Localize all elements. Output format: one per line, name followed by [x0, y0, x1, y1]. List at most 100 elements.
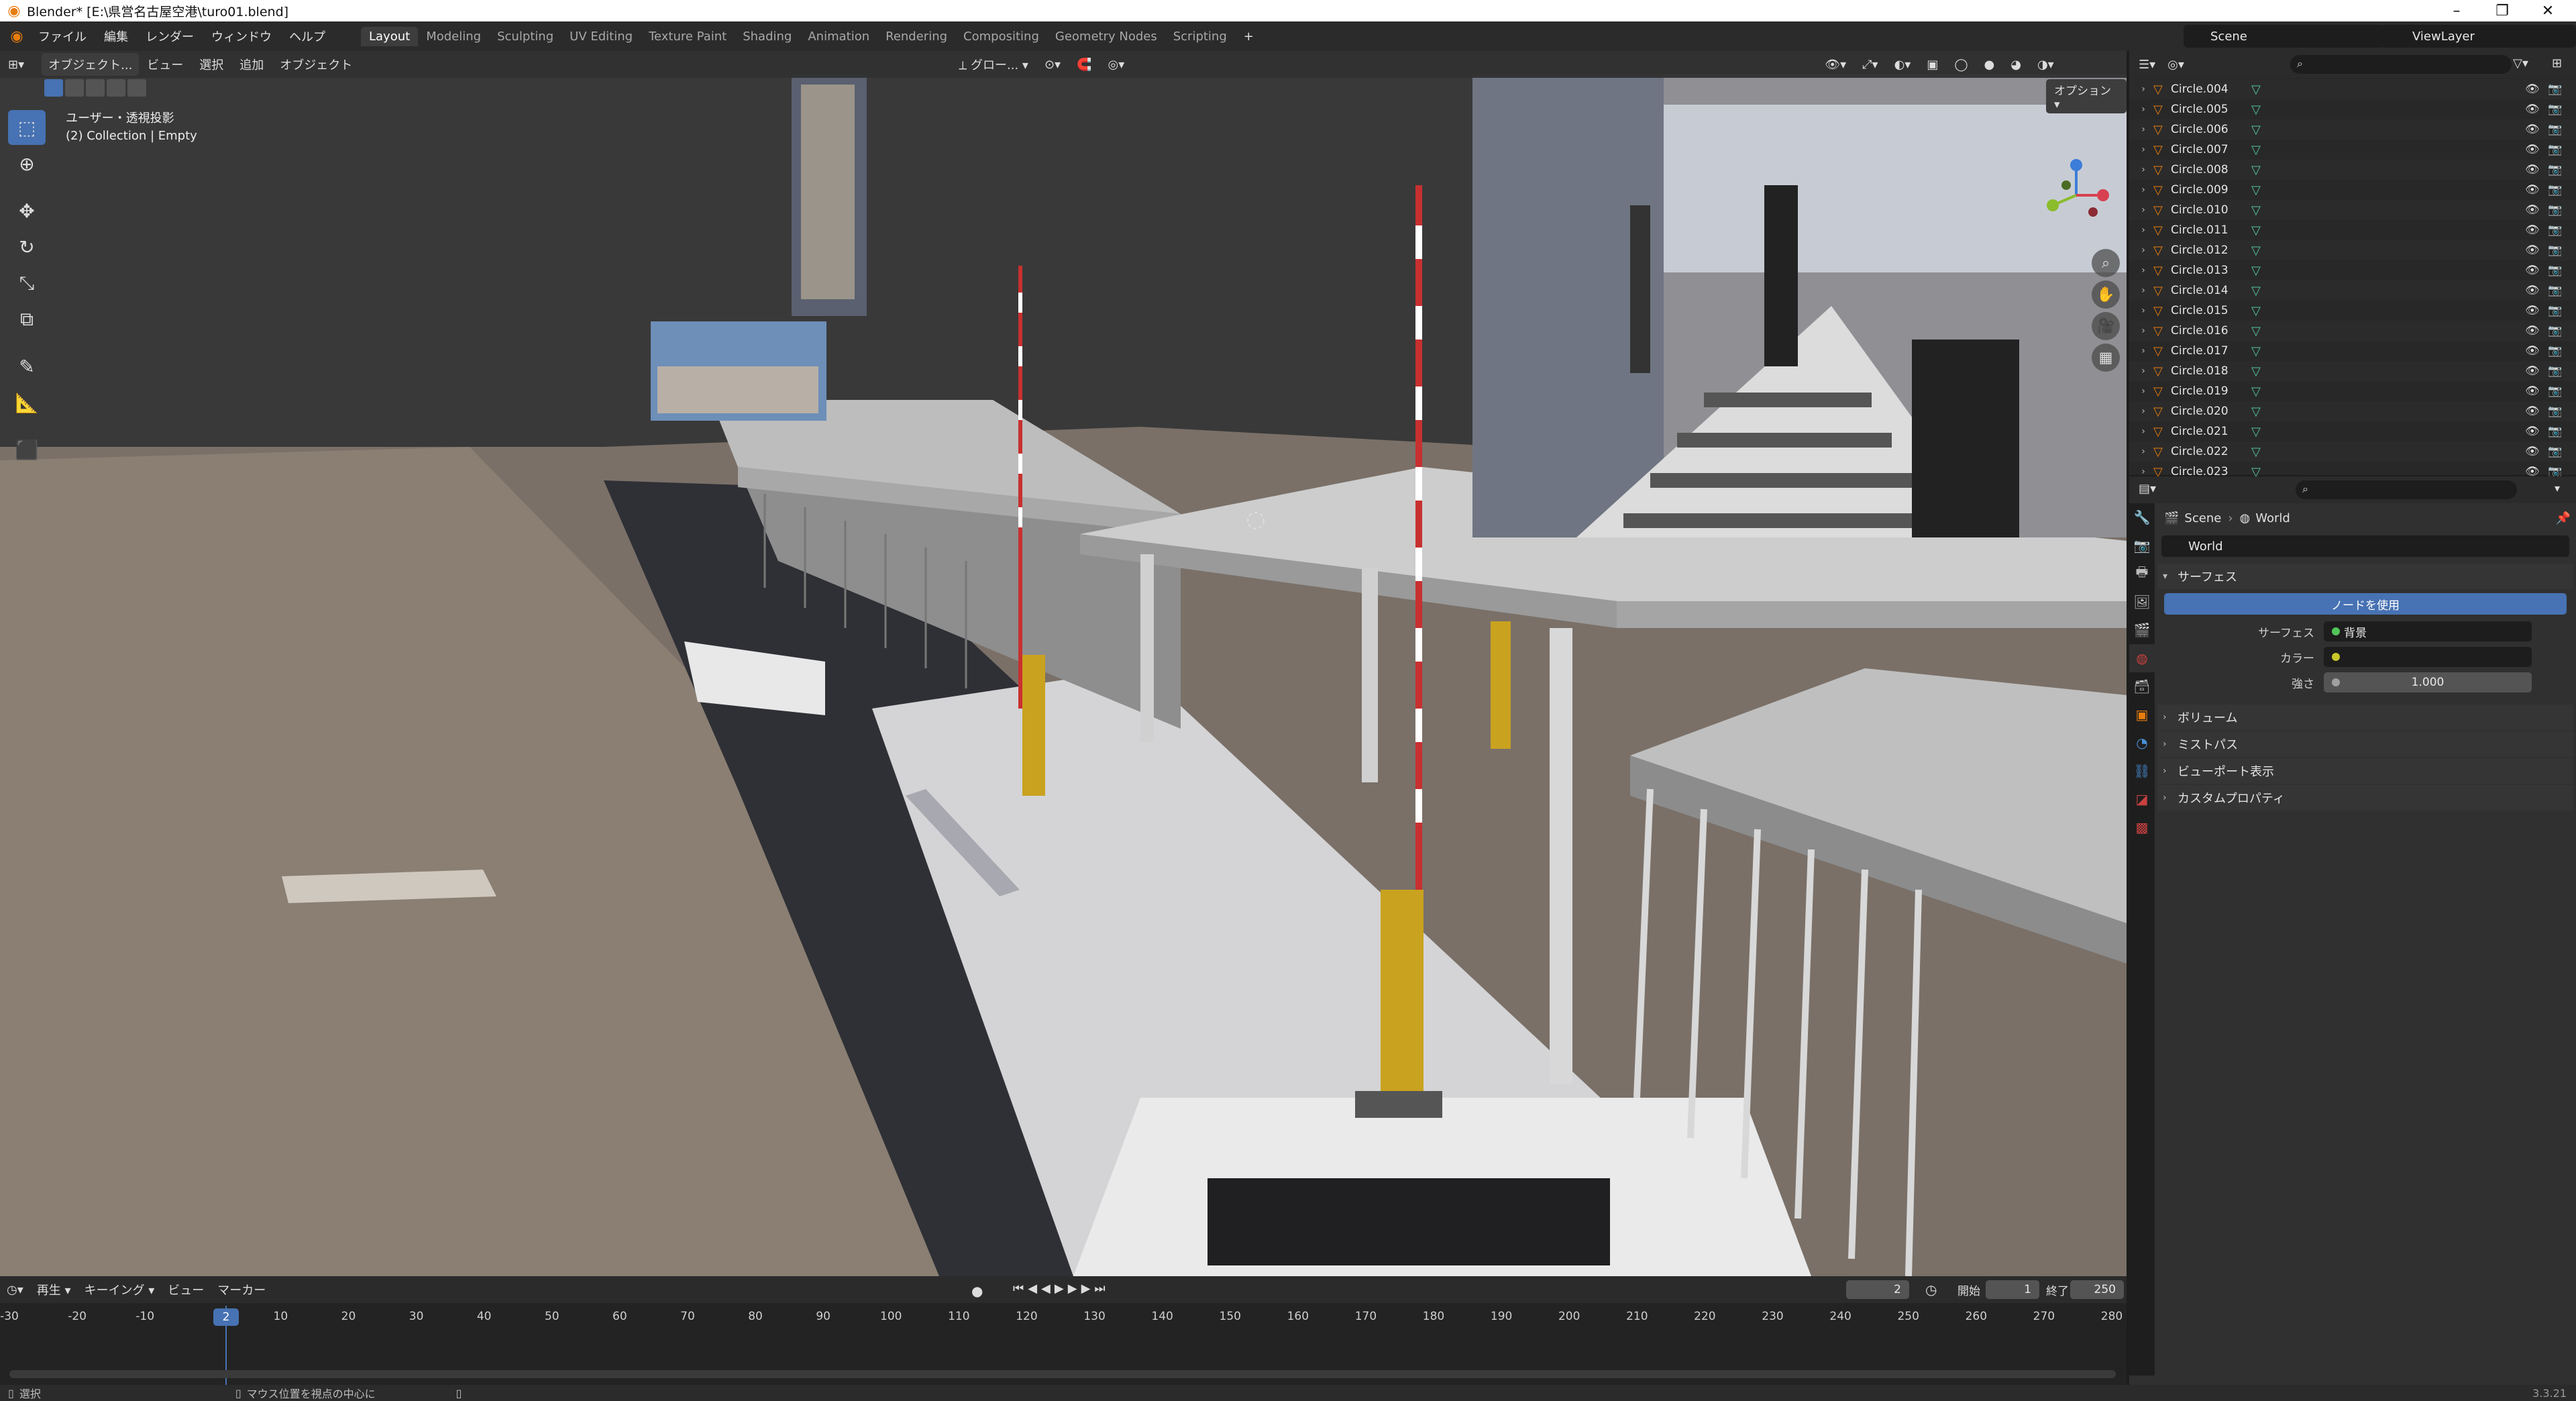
outliner-row[interactable]: › ▽ Circle.006 ▽ 👁 📷 — [2129, 119, 2576, 140]
outliner-row[interactable]: › ▽ Circle.008 ▽ 👁 📷 — [2129, 160, 2576, 180]
collection-tab-icon[interactable]: 🗃 — [2129, 672, 2155, 701]
mesh-data-icon[interactable]: ▽ — [2251, 324, 2261, 338]
outliner-row[interactable]: › ▽ Circle.011 ▽ 👁 📷 — [2129, 220, 2576, 240]
menu-object[interactable]: オブジェクト — [272, 56, 360, 73]
color-field[interactable] — [2324, 647, 2532, 667]
expand-arrow-icon[interactable]: › — [2133, 164, 2153, 175]
camera-view-icon[interactable]: 🎥 — [2092, 312, 2120, 340]
expand-arrow-icon[interactable]: › — [2133, 366, 2153, 376]
clock-icon[interactable]: ◷ — [1925, 1282, 1937, 1298]
menu-view[interactable]: ビュー — [139, 56, 191, 73]
blender-menu-icon[interactable]: ◉ — [4, 23, 30, 49]
filter-icon[interactable]: ▽▾ — [2513, 56, 2528, 70]
shading-material-icon[interactable]: ◕ — [2002, 58, 2029, 72]
mode-selector[interactable]: オブジェクト... — [42, 53, 140, 76]
workspace-tab-rendering[interactable]: Rendering — [877, 27, 955, 46]
playback-controls[interactable]: ⏮◀◀▶▶▶⏭ — [1013, 1282, 1110, 1296]
mesh-data-icon[interactable]: ▽ — [2251, 123, 2261, 137]
eye-icon[interactable]: 👁 — [2525, 445, 2540, 458]
view-layer-tab-icon[interactable]: 🖼 — [2129, 588, 2155, 616]
outliner-row[interactable]: › ▽ Circle.019 ▽ 👁 📷 — [2129, 381, 2576, 401]
eye-icon[interactable]: 👁 — [2525, 143, 2540, 156]
timeline-scrollbar[interactable] — [9, 1370, 2116, 1378]
expand-arrow-icon[interactable]: › — [2133, 426, 2153, 437]
ortho-toggle-icon[interactable]: ▦ — [2092, 344, 2120, 372]
expand-arrow-icon[interactable]: › — [2133, 285, 2153, 296]
eye-icon[interactable]: 👁 — [2525, 163, 2540, 176]
properties-search-input[interactable]: ⌕ — [2296, 480, 2517, 499]
proportional-edit-icon[interactable]: ◎▾ — [1100, 58, 1133, 72]
menu-render[interactable]: レンダー — [137, 28, 203, 45]
eye-icon[interactable]: 👁 — [2525, 384, 2540, 398]
mesh-data-icon[interactable]: ▽ — [2251, 143, 2261, 157]
workspace-tab-texture-paint[interactable]: Texture Paint — [641, 27, 735, 46]
timeline-editor-type-icon[interactable]: ◷▾ — [0, 1283, 30, 1297]
editor-type-icon[interactable]: ⊞▾ — [0, 58, 32, 72]
eye-icon[interactable]: 👁 — [2525, 324, 2540, 338]
menu-help[interactable]: ヘルプ — [280, 28, 334, 45]
workspace-tab-uv-editing[interactable]: UV Editing — [561, 27, 641, 46]
surface-panel-header[interactable]: ▾ サーフェス — [2157, 564, 2573, 589]
new-collection-icon[interactable]: ⊞ — [2552, 56, 2562, 70]
outliner-row[interactable]: › ▽ Circle.021 ▽ 👁 📷 — [2129, 421, 2576, 442]
outliner-row[interactable]: › ▽ Circle.020 ▽ 👁 📷 — [2129, 401, 2576, 421]
select-mode-intersect-icon[interactable] — [127, 79, 146, 97]
mesh-data-icon[interactable]: ▽ — [2251, 83, 2261, 97]
overlay-toggle-icon[interactable]: ◐▾ — [1886, 58, 1919, 72]
outliner-row[interactable]: › ▽ Circle.004 ▽ 👁 📷 — [2129, 79, 2576, 99]
playhead-frame-badge[interactable]: 2 — [213, 1308, 239, 1326]
workspace-tab-sculpting[interactable]: Sculpting — [489, 27, 561, 46]
expand-arrow-icon[interactable]: › — [2133, 104, 2153, 115]
eye-icon[interactable]: 👁 — [2525, 103, 2540, 116]
measure-tool-icon[interactable]: 📐 — [8, 385, 46, 420]
workspace-tab-shading[interactable]: Shading — [735, 27, 800, 46]
pivot-icon[interactable]: ⊙▾ — [1036, 58, 1069, 72]
camera-render-icon[interactable]: 📷 — [2548, 364, 2562, 378]
playback-menu[interactable]: 再生 ▾ — [30, 1281, 78, 1298]
outliner-row[interactable]: › ▽ Circle.013 ▽ 👁 📷 — [2129, 260, 2576, 280]
end-frame-field[interactable]: 250 — [2070, 1280, 2124, 1299]
menu-file[interactable]: ファイル — [30, 28, 95, 45]
workspace-tab-layout[interactable]: Layout — [361, 26, 419, 46]
cursor-tool-icon[interactable]: ⊕ — [8, 146, 46, 181]
outliner-row[interactable]: › ▽ Circle.014 ▽ 👁 📷 — [2129, 280, 2576, 301]
workspace-tab-compositing[interactable]: Compositing — [955, 27, 1047, 46]
eye-icon[interactable]: 👁 — [2525, 425, 2540, 438]
camera-render-icon[interactable]: 📷 — [2548, 123, 2562, 136]
expand-arrow-icon[interactable]: › — [2133, 124, 2153, 135]
outliner-row[interactable]: › ▽ Circle.010 ▽ 👁 📷 — [2129, 200, 2576, 220]
camera-render-icon[interactable]: 📷 — [2548, 384, 2562, 398]
camera-render-icon[interactable]: 📷 — [2548, 244, 2562, 257]
camera-render-icon[interactable]: 📷 — [2548, 304, 2562, 317]
eye-icon[interactable]: 👁 — [2525, 183, 2540, 197]
select-mode-subtract-icon[interactable] — [86, 79, 105, 97]
view-layer-selector[interactable]: ViewLayer — [2381, 25, 2576, 48]
menu-edit[interactable]: 編集 — [95, 28, 137, 45]
expand-arrow-icon[interactable]: › — [2133, 406, 2153, 417]
select-mode-extend-icon[interactable] — [65, 79, 84, 97]
custom-props-panel-header[interactable]: › カスタムプロパティ — [2157, 785, 2573, 811]
zoom-view-icon[interactable]: ⌕ — [2092, 249, 2120, 277]
workspace-tab-animation[interactable]: Animation — [800, 27, 877, 46]
timeline-view-menu[interactable]: ビュー — [161, 1281, 211, 1298]
eye-icon[interactable]: 👁 — [2525, 203, 2540, 217]
expand-arrow-icon[interactable]: › — [2133, 205, 2153, 215]
outliner-row[interactable]: › ▽ Circle.012 ▽ 👁 📷 — [2129, 240, 2576, 260]
options-button[interactable]: オプション ▾ — [2046, 79, 2127, 113]
eye-icon[interactable]: 👁 — [2525, 304, 2540, 317]
close-icon[interactable]: ✕ — [2525, 0, 2571, 21]
expand-arrow-icon[interactable]: › — [2133, 325, 2153, 336]
keying-menu[interactable]: キーイング ▾ — [78, 1281, 162, 1298]
menu-add[interactable]: 追加 — [231, 56, 272, 73]
expand-arrow-icon[interactable]: › — [2133, 346, 2153, 356]
expand-arrow-icon[interactable]: › — [2133, 265, 2153, 276]
rotate-tool-icon[interactable]: ↻ — [8, 229, 46, 264]
mesh-data-icon[interactable]: ▽ — [2251, 364, 2261, 378]
output-tab-icon[interactable]: 🖶 — [2129, 560, 2155, 588]
camera-render-icon[interactable]: 📷 — [2548, 103, 2562, 116]
outliner-editor-type-icon[interactable]: ☰▾ — [2139, 58, 2155, 72]
outliner-row[interactable]: › ▽ Circle.009 ▽ 👁 📷 — [2129, 180, 2576, 200]
workspace-tab-geometry-nodes[interactable]: Geometry Nodes — [1047, 27, 1165, 46]
scene-selector[interactable]: Scene — [2184, 25, 2385, 48]
camera-render-icon[interactable]: 📷 — [2548, 183, 2562, 197]
